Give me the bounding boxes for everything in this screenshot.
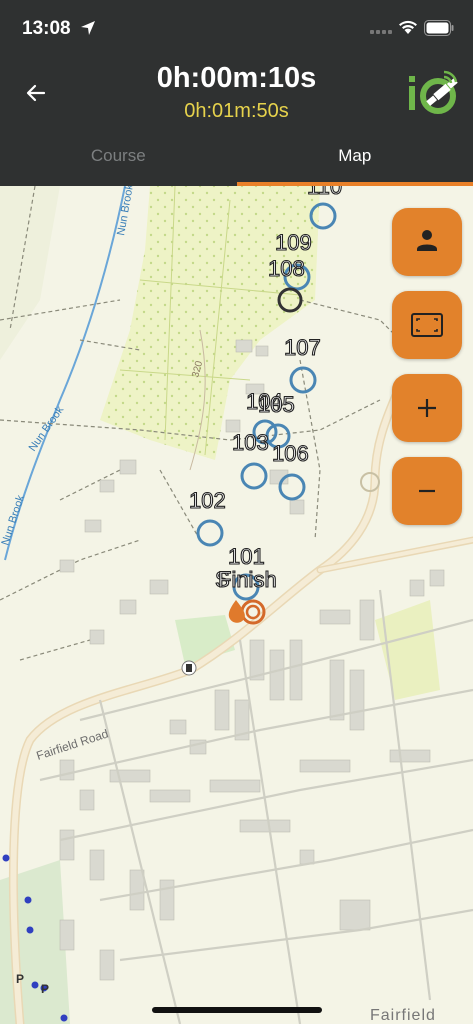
tab-map[interactable]: Map: [237, 132, 473, 186]
cellular-signal-icon: [370, 30, 392, 34]
status-bar: 13:08: [0, 0, 473, 56]
control-label-106: 106: [272, 441, 309, 466]
place-label-fairfield: Fairfield: [370, 1007, 436, 1024]
control-label-110: 110: [307, 186, 342, 199]
fit-bounds-icon: [411, 313, 443, 337]
poi-icon: [181, 660, 197, 676]
home-indicator[interactable]: [152, 1007, 322, 1013]
parking-label-2: P: [41, 982, 49, 996]
remaining-time: 0h:01m:50s: [184, 100, 289, 122]
battery-icon: [424, 20, 454, 36]
my-location-button[interactable]: [392, 208, 462, 276]
plus-icon: [418, 399, 436, 417]
map-view[interactable]: 320 Fairfield Road Nun Brook Nun Brook N…: [0, 186, 473, 1024]
io-satellite-logo: [409, 70, 458, 114]
location-arrow-icon: [81, 21, 95, 35]
elapsed-time: 0h:00m:10s: [156, 62, 317, 94]
control-label-103: 103: [232, 430, 269, 455]
app-header: 13:08 0h:00m:10s 0h:01m:50s Course Map: [0, 0, 473, 186]
active-tab-indicator: [237, 182, 473, 186]
control-label-109: 109: [275, 230, 312, 255]
person-icon: [417, 230, 437, 251]
control-label-101: 101: [228, 544, 265, 569]
status-time: 13:08: [22, 18, 71, 39]
tab-bar: Course Map: [0, 132, 473, 186]
control-label-102: 102: [189, 488, 226, 513]
fit-course-button[interactable]: [392, 291, 462, 359]
control-label-107: 107: [284, 335, 321, 360]
control-label-105: 105: [258, 392, 295, 417]
finish-label: Finish: [218, 567, 277, 592]
parking-label-1: P: [16, 972, 24, 986]
wifi-icon: [399, 20, 417, 34]
zoom-in-button[interactable]: [392, 374, 462, 442]
control-label-108: 108: [268, 256, 305, 281]
zoom-out-button[interactable]: [392, 457, 462, 525]
tab-course[interactable]: Course: [0, 132, 237, 186]
